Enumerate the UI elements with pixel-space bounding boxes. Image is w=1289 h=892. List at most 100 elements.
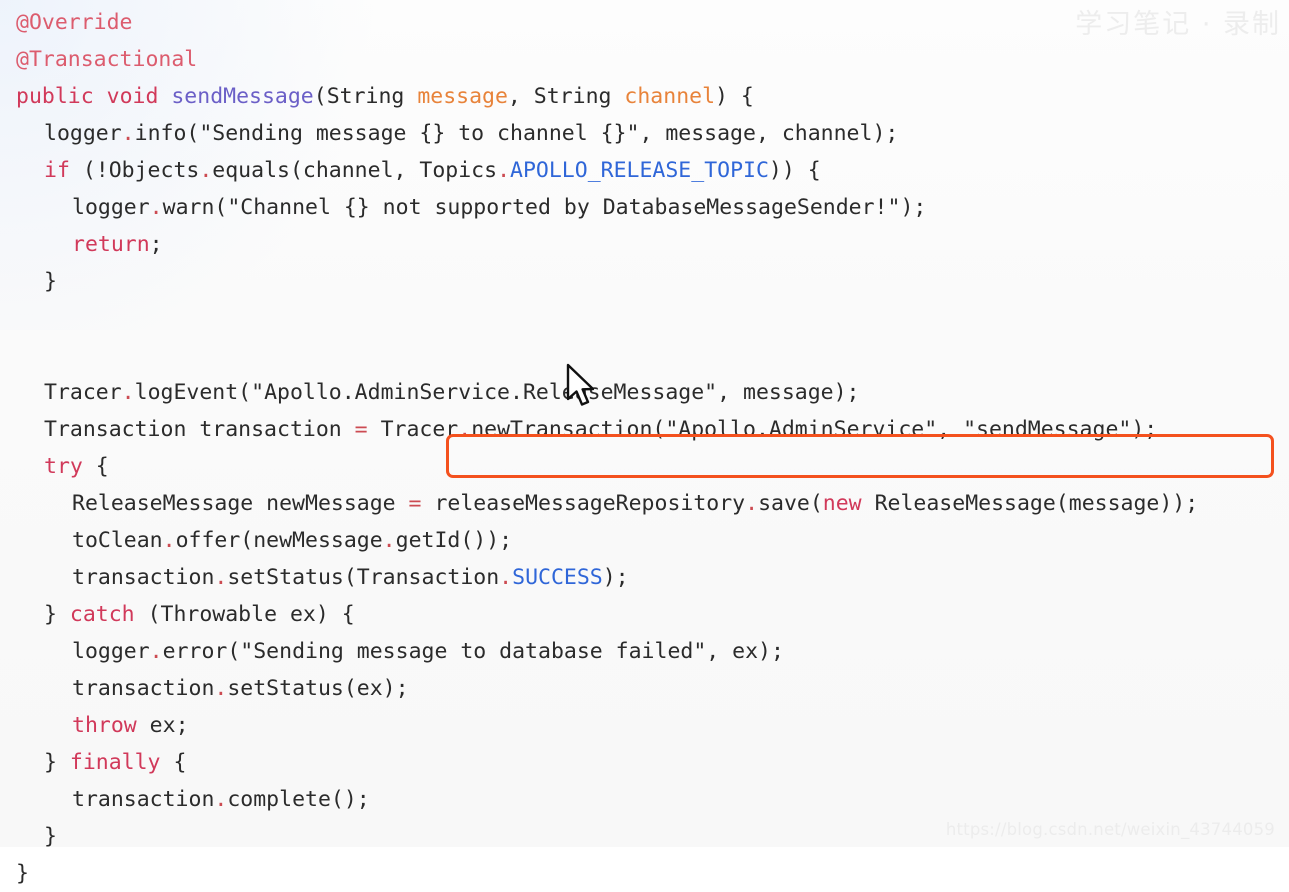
code-token: . bbox=[214, 787, 228, 812]
code-token: info("Sending message {} to channel {}",… bbox=[134, 121, 899, 146]
code-token: } bbox=[16, 861, 29, 886]
code-line: public void sendMessage(String message, … bbox=[0, 78, 1289, 115]
code-token: . bbox=[149, 639, 163, 664]
code-token: } bbox=[44, 824, 57, 849]
code-token: ReleaseMessage(message)); bbox=[861, 491, 1199, 516]
code-token: sendMessage bbox=[171, 84, 314, 109]
code-token: @Override bbox=[16, 10, 133, 35]
code-line: } bbox=[0, 263, 1289, 300]
code-line: logger.info("Sending message {} to chann… bbox=[0, 115, 1289, 152]
code-token: Transaction transaction bbox=[44, 417, 355, 442]
code-token: { bbox=[160, 750, 187, 775]
code-token: offer(newMessage bbox=[175, 528, 383, 553]
code-token: (!Objects bbox=[69, 158, 200, 183]
code-token: void bbox=[106, 84, 159, 109]
code-token: , String bbox=[507, 84, 625, 109]
code-token: . bbox=[458, 417, 472, 442]
code-token: save( bbox=[758, 491, 823, 516]
code-token: . bbox=[499, 565, 513, 590]
code-token: SUCCESS bbox=[512, 565, 603, 590]
code-token: getId()); bbox=[395, 528, 513, 553]
code-line: try { bbox=[0, 448, 1289, 485]
code-token: . bbox=[149, 195, 163, 220]
code-token: = bbox=[354, 417, 368, 442]
code-token: . bbox=[214, 565, 228, 590]
code-token: ); bbox=[602, 565, 629, 590]
code-token: (String bbox=[313, 84, 418, 109]
code-token: . bbox=[162, 528, 176, 553]
code-line: ReleaseMessage newMessage = releaseMessa… bbox=[0, 485, 1289, 522]
watermark-top-right: 学习笔记 · 录制 bbox=[1075, 9, 1281, 40]
code-editor-content[interactable]: @Override @Transactional public void sendM… bbox=[0, 0, 1289, 886]
code-token: ; bbox=[149, 232, 163, 257]
screenshot-frame: @Override @Transactional public void sendM… bbox=[0, 0, 1289, 886]
code-token: logger bbox=[72, 195, 150, 220]
code-line: transaction.setStatus(Transaction.SUCCES… bbox=[0, 559, 1289, 596]
code-line: toClean.offer(newMessage.getId()); bbox=[0, 522, 1289, 559]
code-token: public bbox=[16, 84, 94, 109]
code-token: setStatus(ex); bbox=[227, 676, 409, 701]
code-line: throw ex; bbox=[0, 707, 1289, 744]
code-line: Transaction transaction = Tracer.newTran… bbox=[0, 411, 1289, 448]
code-token: } bbox=[44, 602, 70, 627]
code-token: transaction bbox=[72, 676, 215, 701]
code-token: = bbox=[408, 491, 422, 516]
code-line: logger.error("Sending message to databas… bbox=[0, 633, 1289, 670]
code-token: . bbox=[121, 121, 135, 146]
code-token: toClean bbox=[72, 528, 163, 553]
code-line: Tracer.logEvent("Apollo.AdminService.Rel… bbox=[0, 374, 1289, 411]
code-token: warn("Channel {} not supported by Databa… bbox=[162, 195, 927, 220]
code-token: complete(); bbox=[227, 787, 370, 812]
code-token: transaction bbox=[72, 565, 215, 590]
code-token: try bbox=[44, 454, 83, 479]
code-token: ReleaseMessage newMessage bbox=[72, 491, 409, 516]
code-token: channel bbox=[624, 84, 716, 109]
code-token: . bbox=[214, 676, 228, 701]
code-token: (Throwable ex) { bbox=[134, 602, 355, 627]
code-token: Tracer bbox=[367, 417, 459, 442]
code-line: transaction.complete(); bbox=[0, 781, 1289, 818]
code-token: ) { bbox=[715, 84, 754, 109]
code-token: { bbox=[82, 454, 109, 479]
code-token: ex; bbox=[136, 713, 189, 738]
code-line: @Transactional bbox=[0, 41, 1289, 78]
code-token: newTransaction("Apollo.AdminService", "s… bbox=[471, 417, 1158, 442]
code-token: throw bbox=[72, 713, 137, 738]
code-token: . bbox=[497, 158, 511, 183]
code-line: return; bbox=[0, 226, 1289, 263]
code-token: } bbox=[44, 269, 57, 294]
code-token: new bbox=[822, 491, 862, 516]
code-token: setStatus(Transaction bbox=[227, 565, 500, 590]
code-token: error("Sending message to database faile… bbox=[162, 639, 784, 664]
code-token: logger bbox=[72, 639, 150, 664]
code-line: transaction.setStatus(ex); bbox=[0, 670, 1289, 707]
code-token: finally bbox=[69, 750, 161, 775]
code-line: logger.warn("Channel {} not supported by… bbox=[0, 189, 1289, 226]
code-token: . bbox=[199, 158, 213, 183]
code-token: } bbox=[44, 750, 70, 775]
code-token: logger bbox=[44, 121, 122, 146]
code-token: releaseMessageRepository bbox=[421, 491, 746, 516]
code-token: return bbox=[72, 232, 150, 257]
code-line: if (!Objects.equals(channel, Topics.APOL… bbox=[0, 152, 1289, 189]
watermark-bottom-url: https://blog.csdn.net/weixin_43744059 bbox=[945, 820, 1275, 839]
code-token: @Transactional bbox=[16, 47, 198, 72]
code-token: logEvent("Apollo.AdminService.ReleaseMes… bbox=[134, 380, 860, 405]
code-token: . bbox=[745, 491, 759, 516]
code-token: equals(channel, Topics bbox=[212, 158, 498, 183]
code-token: APOLLO_RELEASE_TOPIC bbox=[510, 158, 769, 183]
code-token: . bbox=[121, 380, 135, 405]
code-line: } catch (Throwable ex) { bbox=[0, 596, 1289, 633]
code-token: . bbox=[382, 528, 396, 553]
code-token: message bbox=[417, 84, 508, 109]
code-line: } bbox=[0, 855, 1289, 892]
code-token: catch bbox=[69, 602, 135, 627]
code-token: )) { bbox=[768, 158, 821, 183]
code-token: if bbox=[44, 158, 70, 183]
code-token: transaction bbox=[72, 787, 215, 812]
code-token: Tracer bbox=[44, 380, 122, 405]
